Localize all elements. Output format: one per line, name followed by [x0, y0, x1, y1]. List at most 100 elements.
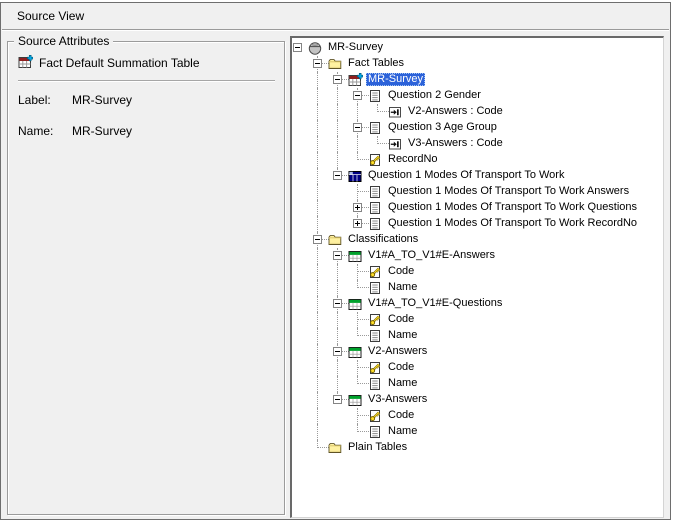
link-arrow-icon: [388, 137, 403, 151]
tree-node-label[interactable]: V3-Answers : Code: [406, 137, 505, 150]
expander-minus-icon[interactable]: [333, 347, 342, 356]
tree-node[interactable]: V2-Answers : Code: [292, 104, 663, 120]
tree-node[interactable]: V3-Answers: [292, 392, 663, 408]
tree-connector: [357, 408, 358, 424]
tree-connector: [317, 248, 318, 264]
tree-node[interactable]: Classifications: [292, 232, 663, 248]
expander-minus-icon[interactable]: [333, 171, 342, 180]
tree-connector: [357, 104, 358, 120]
key-icon: [368, 153, 383, 167]
list-icon: [368, 281, 383, 295]
expander-minus-icon[interactable]: [333, 299, 342, 308]
expander-minus-icon[interactable]: [333, 251, 342, 260]
tree-connector: [337, 280, 338, 296]
tree-connector: [337, 264, 338, 280]
tree-node-label[interactable]: Code: [386, 313, 416, 326]
tree-node[interactable]: Plain Tables: [292, 440, 663, 456]
expander-minus-icon[interactable]: [333, 75, 342, 84]
tree-node[interactable]: MR-Survey: [292, 40, 663, 56]
tree-connector: [357, 312, 358, 328]
tree-node[interactable]: V1#A_TO_V1#E-Questions: [292, 296, 663, 312]
expander-minus-icon[interactable]: [313, 235, 322, 244]
tree-node-label[interactable]: Name: [386, 329, 419, 342]
tree-node-label[interactable]: V1#A_TO_V1#E-Answers: [366, 249, 497, 262]
fact-type-label: Fact Default Summation Table: [39, 56, 200, 70]
tree-node[interactable]: V3-Answers : Code: [292, 136, 663, 152]
tree-node[interactable]: Question 1 Modes Of Transport To Work Re…: [292, 216, 663, 232]
tree-node[interactable]: Question 1 Modes Of Transport To Work Qu…: [292, 200, 663, 216]
tree-node-label[interactable]: V2-Answers : Code: [406, 105, 505, 118]
tree-node-label[interactable]: Name: [386, 377, 419, 390]
attributes-separator: [18, 80, 275, 81]
list-icon: [368, 425, 383, 439]
folder-icon: [328, 57, 343, 71]
tree-node-label[interactable]: Code: [386, 265, 416, 278]
tree-node-label[interactable]: Question 2 Gender: [386, 89, 483, 102]
folder-icon: [328, 441, 343, 455]
tree-node-label[interactable]: Fact Tables: [346, 57, 406, 70]
tree-node-label[interactable]: Question 1 Modes Of Transport To Work: [366, 169, 566, 182]
expander-minus-icon[interactable]: [313, 59, 322, 68]
tree-node-label[interactable]: Name: [386, 425, 419, 438]
green-table-icon: [348, 249, 363, 263]
tree-node[interactable]: Name: [292, 280, 663, 296]
tree-connector: [317, 312, 318, 328]
tree-connector: [317, 392, 318, 408]
list-icon: [368, 201, 383, 215]
source-tree[interactable]: MR-Survey Fact Tables MR-Survey Question…: [292, 38, 663, 517]
tree-node-label[interactable]: Question 1 Modes Of Transport To Work An…: [386, 185, 631, 198]
tree-panel[interactable]: MR-Survey Fact Tables MR-Survey Question…: [290, 36, 664, 518]
tree-node[interactable]: Name: [292, 376, 663, 392]
tree-node-label[interactable]: RecordNo: [386, 153, 440, 166]
tree-connector: [357, 360, 358, 376]
expander-minus-icon[interactable]: [333, 395, 342, 404]
tree-connector: [317, 376, 318, 392]
tree-node-label[interactable]: Code: [386, 361, 416, 374]
tree-node-label[interactable]: Question 1 Modes Of Transport To Work Qu…: [386, 201, 639, 214]
tree-node[interactable]: Question 2 Gender: [292, 88, 663, 104]
tree-connector: [357, 264, 358, 280]
tree-node[interactable]: Code: [292, 264, 663, 280]
tree-node-label[interactable]: MR-Survey: [366, 73, 425, 86]
green-table-icon: [348, 393, 363, 407]
key-icon: [368, 361, 383, 375]
tree-node[interactable]: Name: [292, 328, 663, 344]
tree-node[interactable]: Name: [292, 424, 663, 440]
folder-icon: [328, 233, 343, 247]
list-icon: [368, 121, 383, 135]
expander-minus-icon[interactable]: [353, 123, 362, 132]
tree-node[interactable]: Question 1 Modes Of Transport To Work: [292, 168, 663, 184]
tree-node[interactable]: RecordNo: [292, 152, 663, 168]
tree-connector: [337, 136, 338, 152]
tree-connector: [317, 88, 318, 104]
tree-node[interactable]: Fact Tables: [292, 56, 663, 72]
tree-node-label[interactable]: Plain Tables: [346, 441, 409, 454]
tree-node-label[interactable]: Code: [386, 409, 416, 422]
list-icon: [368, 377, 383, 391]
tree-node[interactable]: V2-Answers: [292, 344, 663, 360]
tree-node-label[interactable]: Question 3 Age Group: [386, 121, 499, 134]
tree-node-label[interactable]: Classifications: [346, 233, 420, 246]
expander-minus-icon[interactable]: [293, 43, 302, 52]
tree-connector: [337, 376, 338, 392]
expander-plus-icon[interactable]: [353, 219, 362, 228]
expander-plus-icon[interactable]: [353, 203, 362, 212]
tree-node-label[interactable]: V3-Answers: [366, 393, 429, 406]
tree-node-label[interactable]: MR-Survey: [326, 41, 385, 54]
tree-node-label[interactable]: V1#A_TO_V1#E-Questions: [366, 297, 504, 310]
tree-connector: [317, 200, 318, 216]
tree-node[interactable]: Code: [292, 360, 663, 376]
tree-node[interactable]: Question 3 Age Group: [292, 120, 663, 136]
tree-connector: [317, 104, 318, 120]
expander-minus-icon[interactable]: [353, 91, 362, 100]
tree-node[interactable]: MR-Survey: [292, 72, 663, 88]
tree-connector: [357, 184, 358, 200]
tree-node-label[interactable]: V2-Answers: [366, 345, 429, 358]
tree-node-label[interactable]: Question 1 Modes Of Transport To Work Re…: [386, 217, 639, 230]
link-arrow-icon: [388, 105, 403, 119]
tree-node[interactable]: Code: [292, 408, 663, 424]
tree-node[interactable]: Question 1 Modes Of Transport To Work An…: [292, 184, 663, 200]
tree-node[interactable]: Code: [292, 312, 663, 328]
tree-node-label[interactable]: Name: [386, 281, 419, 294]
tree-node[interactable]: V1#A_TO_V1#E-Answers: [292, 248, 663, 264]
